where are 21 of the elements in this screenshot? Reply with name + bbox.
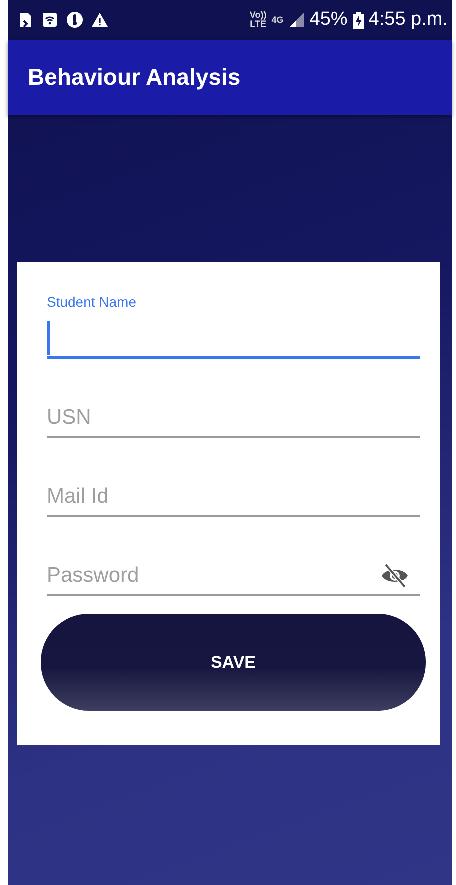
app-title: Behaviour Analysis bbox=[28, 64, 241, 91]
battery-charging-icon bbox=[352, 12, 364, 28]
lte-label: LTE bbox=[250, 20, 266, 29]
save-button[interactable]: SAVE bbox=[41, 614, 426, 711]
clock: 4:55 p.m. bbox=[368, 9, 448, 31]
signal-icon bbox=[288, 13, 305, 27]
input-field[interactable]: Password bbox=[47, 539, 420, 596]
network-label: 4G bbox=[272, 16, 284, 24]
input-field[interactable]: USN bbox=[47, 381, 420, 438]
field-label: Student Name bbox=[47, 294, 138, 310]
battery-percent: 45% bbox=[310, 9, 348, 31]
wifi-icon bbox=[41, 11, 59, 29]
volte-label: Vo)) bbox=[250, 11, 267, 20]
input-field[interactable]: Student Name bbox=[47, 286, 420, 359]
warning-icon bbox=[91, 12, 109, 28]
field-placeholder: USN bbox=[47, 406, 92, 430]
field-placeholder: Password bbox=[47, 564, 140, 588]
eye-off-icon[interactable] bbox=[380, 563, 410, 589]
input-field[interactable]: Mail Id bbox=[47, 460, 420, 517]
thermometer-icon bbox=[66, 11, 84, 29]
field-placeholder: Mail Id bbox=[47, 485, 109, 509]
